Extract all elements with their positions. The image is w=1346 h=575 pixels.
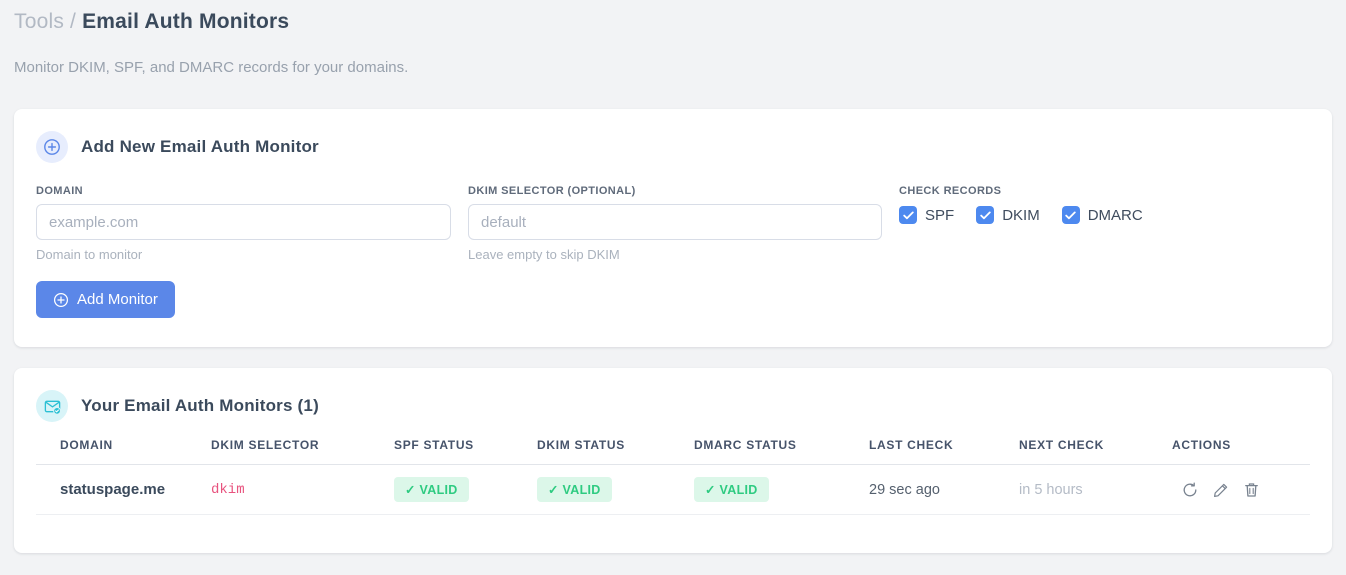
column-header-last-check: LAST CHECK xyxy=(869,438,954,452)
monitor-dkim-selector: dkim xyxy=(211,481,245,498)
dkim-status-cell: ✓ VALID xyxy=(537,477,694,502)
dkim-selector-field-helper: Leave empty to skip DKIM xyxy=(468,247,620,262)
refresh-icon[interactable] xyxy=(1182,482,1198,498)
dmarc-checkbox-label: DMARC xyxy=(1087,206,1143,224)
domain-input[interactable] xyxy=(36,204,451,240)
mail-check-icon xyxy=(36,390,68,422)
delete-icon[interactable] xyxy=(1244,482,1259,498)
column-header-spf-status: SPF STATUS xyxy=(394,438,474,452)
column-header-dmarc-status: DMARC STATUS xyxy=(694,438,797,452)
dkim-checkbox-label: DKIM xyxy=(1002,206,1040,224)
add-monitor-form: DOMAIN Domain to monitor DKIM SELECTOR (… xyxy=(36,185,1310,262)
email-auth-monitors-page: Tools / Email Auth Monitors Monitor DKIM, … xyxy=(0,0,1346,553)
dkim-checkbox[interactable]: DKIM xyxy=(976,206,1040,224)
dmarc-status-badge: ✓ VALID xyxy=(694,477,769,502)
dmarc-status-cell: ✓ VALID xyxy=(694,477,869,502)
dkim-status-badge: ✓ VALID xyxy=(537,477,612,502)
add-monitor-card-header: Add New Email Auth Monitor xyxy=(36,131,1310,163)
domain-field-group: DOMAIN Domain to monitor xyxy=(36,185,451,262)
check-records-label: CHECK RECORDS xyxy=(899,185,1002,197)
monitors-card: Your Email Auth Monitors (1) DOMAIN DKIM… xyxy=(14,368,1332,553)
breadcrumb-separator: / xyxy=(70,10,77,33)
spf-status-cell: ✓ VALID xyxy=(394,477,537,502)
page-title: Email Auth Monitors xyxy=(82,10,290,33)
dkim-selector-field-label: DKIM SELECTOR (OPTIONAL) xyxy=(468,185,636,197)
dkim-selector-field-group: DKIM SELECTOR (OPTIONAL) Leave empty to … xyxy=(468,185,882,262)
spf-status-badge: ✓ VALID xyxy=(394,477,469,502)
monitors-card-title: Your Email Auth Monitors (1) xyxy=(81,396,319,415)
add-monitor-button[interactable]: Add Monitor xyxy=(36,281,175,318)
column-header-dkim-selector: DKIM SELECTOR xyxy=(211,438,320,452)
breadcrumb: Tools / Email Auth Monitors xyxy=(14,10,1332,34)
last-check-value: 29 sec ago xyxy=(869,481,940,498)
table-row: statuspage.me dkim ✓ VALID ✓ VALID ✓ VAL… xyxy=(36,465,1310,515)
check-records-group: CHECK RECORDS SPF DKIM DMARC xyxy=(899,185,1310,262)
check-records-row: SPF DKIM DMARC xyxy=(899,206,1310,224)
add-monitor-card: Add New Email Auth Monitor DOMAIN Domain… xyxy=(14,109,1332,347)
monitor-domain: statuspage.me xyxy=(60,481,166,498)
checkbox-checked-icon xyxy=(976,206,995,224)
dkim-selector-input[interactable] xyxy=(468,204,882,240)
domain-field-label: DOMAIN xyxy=(36,185,84,197)
next-check-value: in 5 hours xyxy=(1019,481,1083,498)
table-header-row: DOMAIN DKIM SELECTOR SPF STATUS DKIM STA… xyxy=(36,438,1310,465)
spf-checkbox-label: SPF xyxy=(925,206,955,224)
column-header-domain: DOMAIN xyxy=(60,438,113,452)
add-monitor-card-title: Add New Email Auth Monitor xyxy=(81,137,319,156)
dmarc-checkbox[interactable]: DMARC xyxy=(1061,206,1143,224)
row-actions xyxy=(1172,482,1310,498)
checkbox-checked-icon xyxy=(899,206,917,224)
column-header-next-check: NEXT CHECK xyxy=(1019,438,1105,452)
domain-field-helper: Domain to monitor xyxy=(36,247,143,262)
monitors-card-header: Your Email Auth Monitors (1) xyxy=(36,390,1310,422)
column-header-dkim-status: DKIM STATUS xyxy=(537,438,625,452)
edit-icon[interactable] xyxy=(1213,482,1229,498)
checkbox-checked-icon xyxy=(1061,206,1080,224)
page-subtitle: Monitor DKIM, SPF, and DMARC records for… xyxy=(14,59,409,76)
add-monitor-button-label: Add Monitor xyxy=(77,291,158,308)
circle-plus-icon xyxy=(53,292,69,308)
spf-checkbox[interactable]: SPF xyxy=(899,206,954,224)
breadcrumb-tools-link[interactable]: Tools xyxy=(14,10,64,33)
column-header-actions: ACTIONS xyxy=(1172,438,1231,452)
circle-plus-icon xyxy=(36,131,68,163)
monitors-table: DOMAIN DKIM SELECTOR SPF STATUS DKIM STA… xyxy=(36,438,1310,515)
